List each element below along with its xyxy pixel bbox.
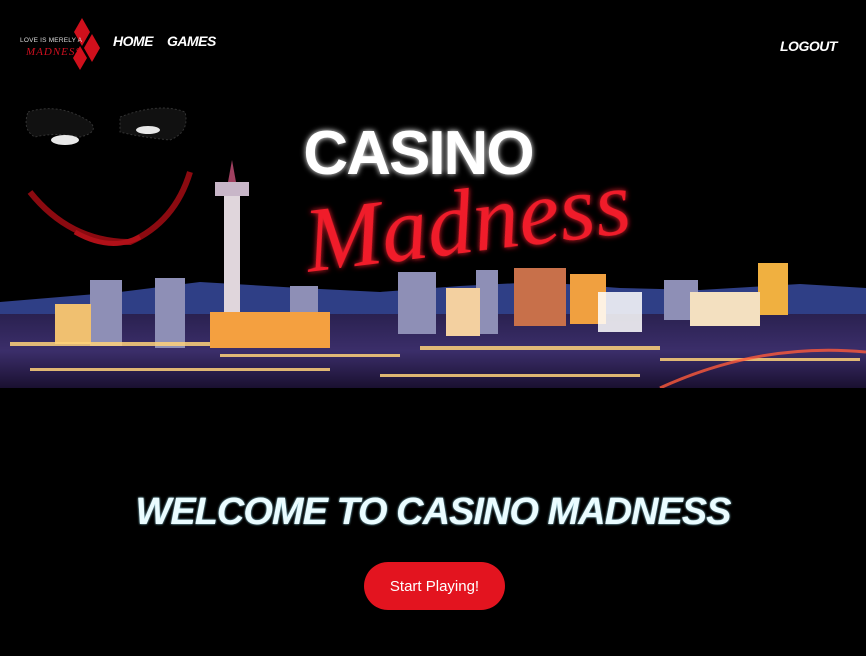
casino-neon-sign: CASINO Madness: [297, 119, 636, 292]
start-playing-button[interactable]: Start Playing!: [364, 562, 505, 610]
nav-link-games[interactable]: Games: [167, 33, 216, 49]
las-vegas-skyline-image: CASINO Madness: [0, 107, 866, 388]
nav-link-home[interactable]: Home: [113, 33, 154, 49]
site-logo[interactable]: LOVE IS MERELY A MADNESS: [18, 16, 102, 78]
top-navbar: LOVE IS MERELY A MADNESS Home Games Logo…: [0, 0, 866, 90]
hero-banner: CASINO Madness: [0, 92, 866, 388]
welcome-heading: Welcome to Casino Madness: [135, 491, 732, 534]
joker-face-graphic: [25, 107, 193, 246]
logout-link[interactable]: Logout: [780, 38, 837, 54]
logo-wordmark: MADNESS: [26, 46, 82, 58]
logo-tagline: LOVE IS MERELY A: [20, 37, 83, 44]
